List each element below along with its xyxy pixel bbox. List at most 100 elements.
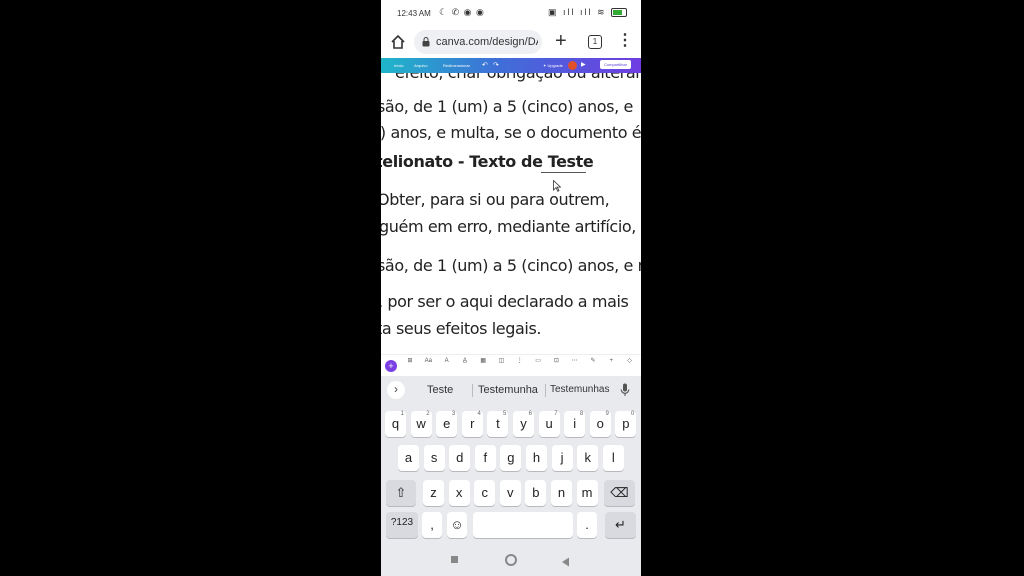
key-k[interactable]: k [577,445,599,471]
address-bar[interactable]: canva.com/design/DA [414,30,542,54]
key-hint: 0 [631,411,635,417]
key-a[interactable]: a [398,445,419,471]
expand-toolbar-icon[interactable]: › [387,381,405,399]
key-j[interactable]: j [551,445,573,471]
key-h[interactable]: h [526,445,547,471]
key-o[interactable]: o9 [589,411,611,437]
editor-tool[interactable]: ▭ [530,358,546,365]
divider [472,384,473,397]
home-button[interactable] [505,554,517,566]
symbols-key[interactable]: ?123 [386,512,418,538]
document-canvas[interactable]: efeito, criar obrigação ou alterar a são… [381,73,641,354]
present-icon[interactable]: ▶ [581,61,586,68]
key-label: j [560,450,564,465]
key-b[interactable]: b [525,480,547,506]
editor-tool[interactable]: Aa [420,358,436,365]
key-label: . [585,517,589,532]
key-x[interactable]: x [448,480,470,506]
lock-icon [422,37,430,47]
avatar[interactable] [568,61,577,70]
home-icon[interactable] [389,33,407,51]
share-button[interactable]: Compartilhar [600,60,631,69]
suggestion-item[interactable]: Testemunhas [550,384,609,395]
spacebar[interactable] [473,512,573,538]
key-v[interactable]: v [499,480,521,506]
document-line: s) anos, e multa, se o documento é [381,123,641,142]
editor-tool[interactable]: ✎ [585,358,601,365]
editor-tool[interactable]: ◫ [494,358,510,365]
key-d[interactable]: d [449,445,471,471]
editor-tool[interactable]: ◇ [622,358,638,365]
key-s[interactable]: s [423,445,445,471]
comma-key[interactable]: , [422,512,442,538]
tab-switcher-button[interactable]: 1 [588,35,602,49]
suggestion-item[interactable]: Testemunha [478,384,538,396]
document-line: são, de 1 (um) a 5 (cinco) anos, e [381,97,633,116]
editor-tool[interactable]: + [603,358,619,365]
back-button[interactable] [561,554,570,572]
key-c[interactable]: c [474,480,496,506]
key-e[interactable]: e3 [436,411,458,437]
key-p[interactable]: p0 [615,411,637,437]
key-l[interactable]: l [602,445,624,471]
undo-icon[interactable]: ↶ [482,61,488,69]
key-hint: 3 [451,411,456,417]
new-tab-icon[interactable]: + [555,30,567,52]
upgrade-button[interactable]: ✦ Upgrade [543,63,563,68]
canva-resize-button[interactable]: Redimensionar [443,63,470,68]
key-label: , [430,517,434,532]
editor-tool[interactable]: A [439,358,455,365]
key-hint: 1 [400,411,404,417]
editor-tool[interactable]: ⋯ [567,358,583,365]
editor-tool[interactable]: ⊞ [402,358,418,365]
key-label: n [557,485,566,500]
enter-key[interactable]: ↵ [605,512,636,538]
key-hint: 2 [426,411,430,417]
editor-tool[interactable]: ▦ [475,358,491,365]
editor-tool[interactable]: ⋮ [512,358,528,365]
key-label: ↵ [615,517,626,532]
editor-tool-icon: ⊡ [553,358,559,364]
editor-tool-icon: ⋯ [571,358,578,364]
microphone-icon[interactable] [620,383,630,397]
document-heading: telionato - Texto de Teste [381,152,594,171]
redo-icon[interactable]: ↷ [493,61,499,69]
url-text: canva.com/design/DA [436,36,538,48]
key-hint: 8 [579,411,584,417]
key-m[interactable]: m [576,480,598,506]
key-i[interactable]: i8 [564,411,586,437]
recents-button[interactable] [451,556,458,563]
key-q[interactable]: q1 [385,411,406,437]
editor-tool-icon: Aa [424,358,432,364]
editor-tool-icon: ✎ [590,358,596,364]
canva-home-button[interactable]: Início [394,63,404,68]
key-label: u [545,416,553,431]
editor-tool-icon: ▭ [535,358,541,364]
key-label: s [430,450,438,465]
editor-tool-icon: + [609,358,614,364]
editor-tool-icon: A [444,358,449,364]
more-menu-icon[interactable]: ⋮ [617,31,633,51]
emoji-key[interactable]: ☺ [447,512,467,538]
key-label: p [622,416,630,431]
add-element-button[interactable]: + [385,360,397,372]
backspace-key[interactable]: ⌫ [604,480,635,506]
key-t[interactable]: t5 [487,411,509,437]
shift-key[interactable]: ⇧ [386,480,416,506]
phone-screen: 12:43 AM ☾ ✆ ◉ ◉ ▣ ıll ıll ≋ canva.com/d… [381,0,641,576]
editor-tool-icon: ▦ [480,358,487,364]
key-n[interactable]: n [551,480,572,506]
key-g[interactable]: g [500,445,522,471]
key-u[interactable]: u7 [538,411,560,437]
key-f[interactable]: f [474,445,496,471]
suggestion-item[interactable]: Teste [427,384,453,396]
period-key[interactable]: . [577,512,597,538]
editor-tool[interactable]: A̲ [457,358,473,365]
key-y[interactable]: y6 [513,411,534,437]
canva-file-menu[interactable]: Arquivo [414,63,428,68]
key-hint: 9 [605,411,609,417]
key-r[interactable]: r4 [461,411,483,437]
key-z[interactable]: z [423,480,444,506]
editor-tool[interactable]: ⊡ [548,358,564,365]
key-w[interactable]: w2 [410,411,432,437]
